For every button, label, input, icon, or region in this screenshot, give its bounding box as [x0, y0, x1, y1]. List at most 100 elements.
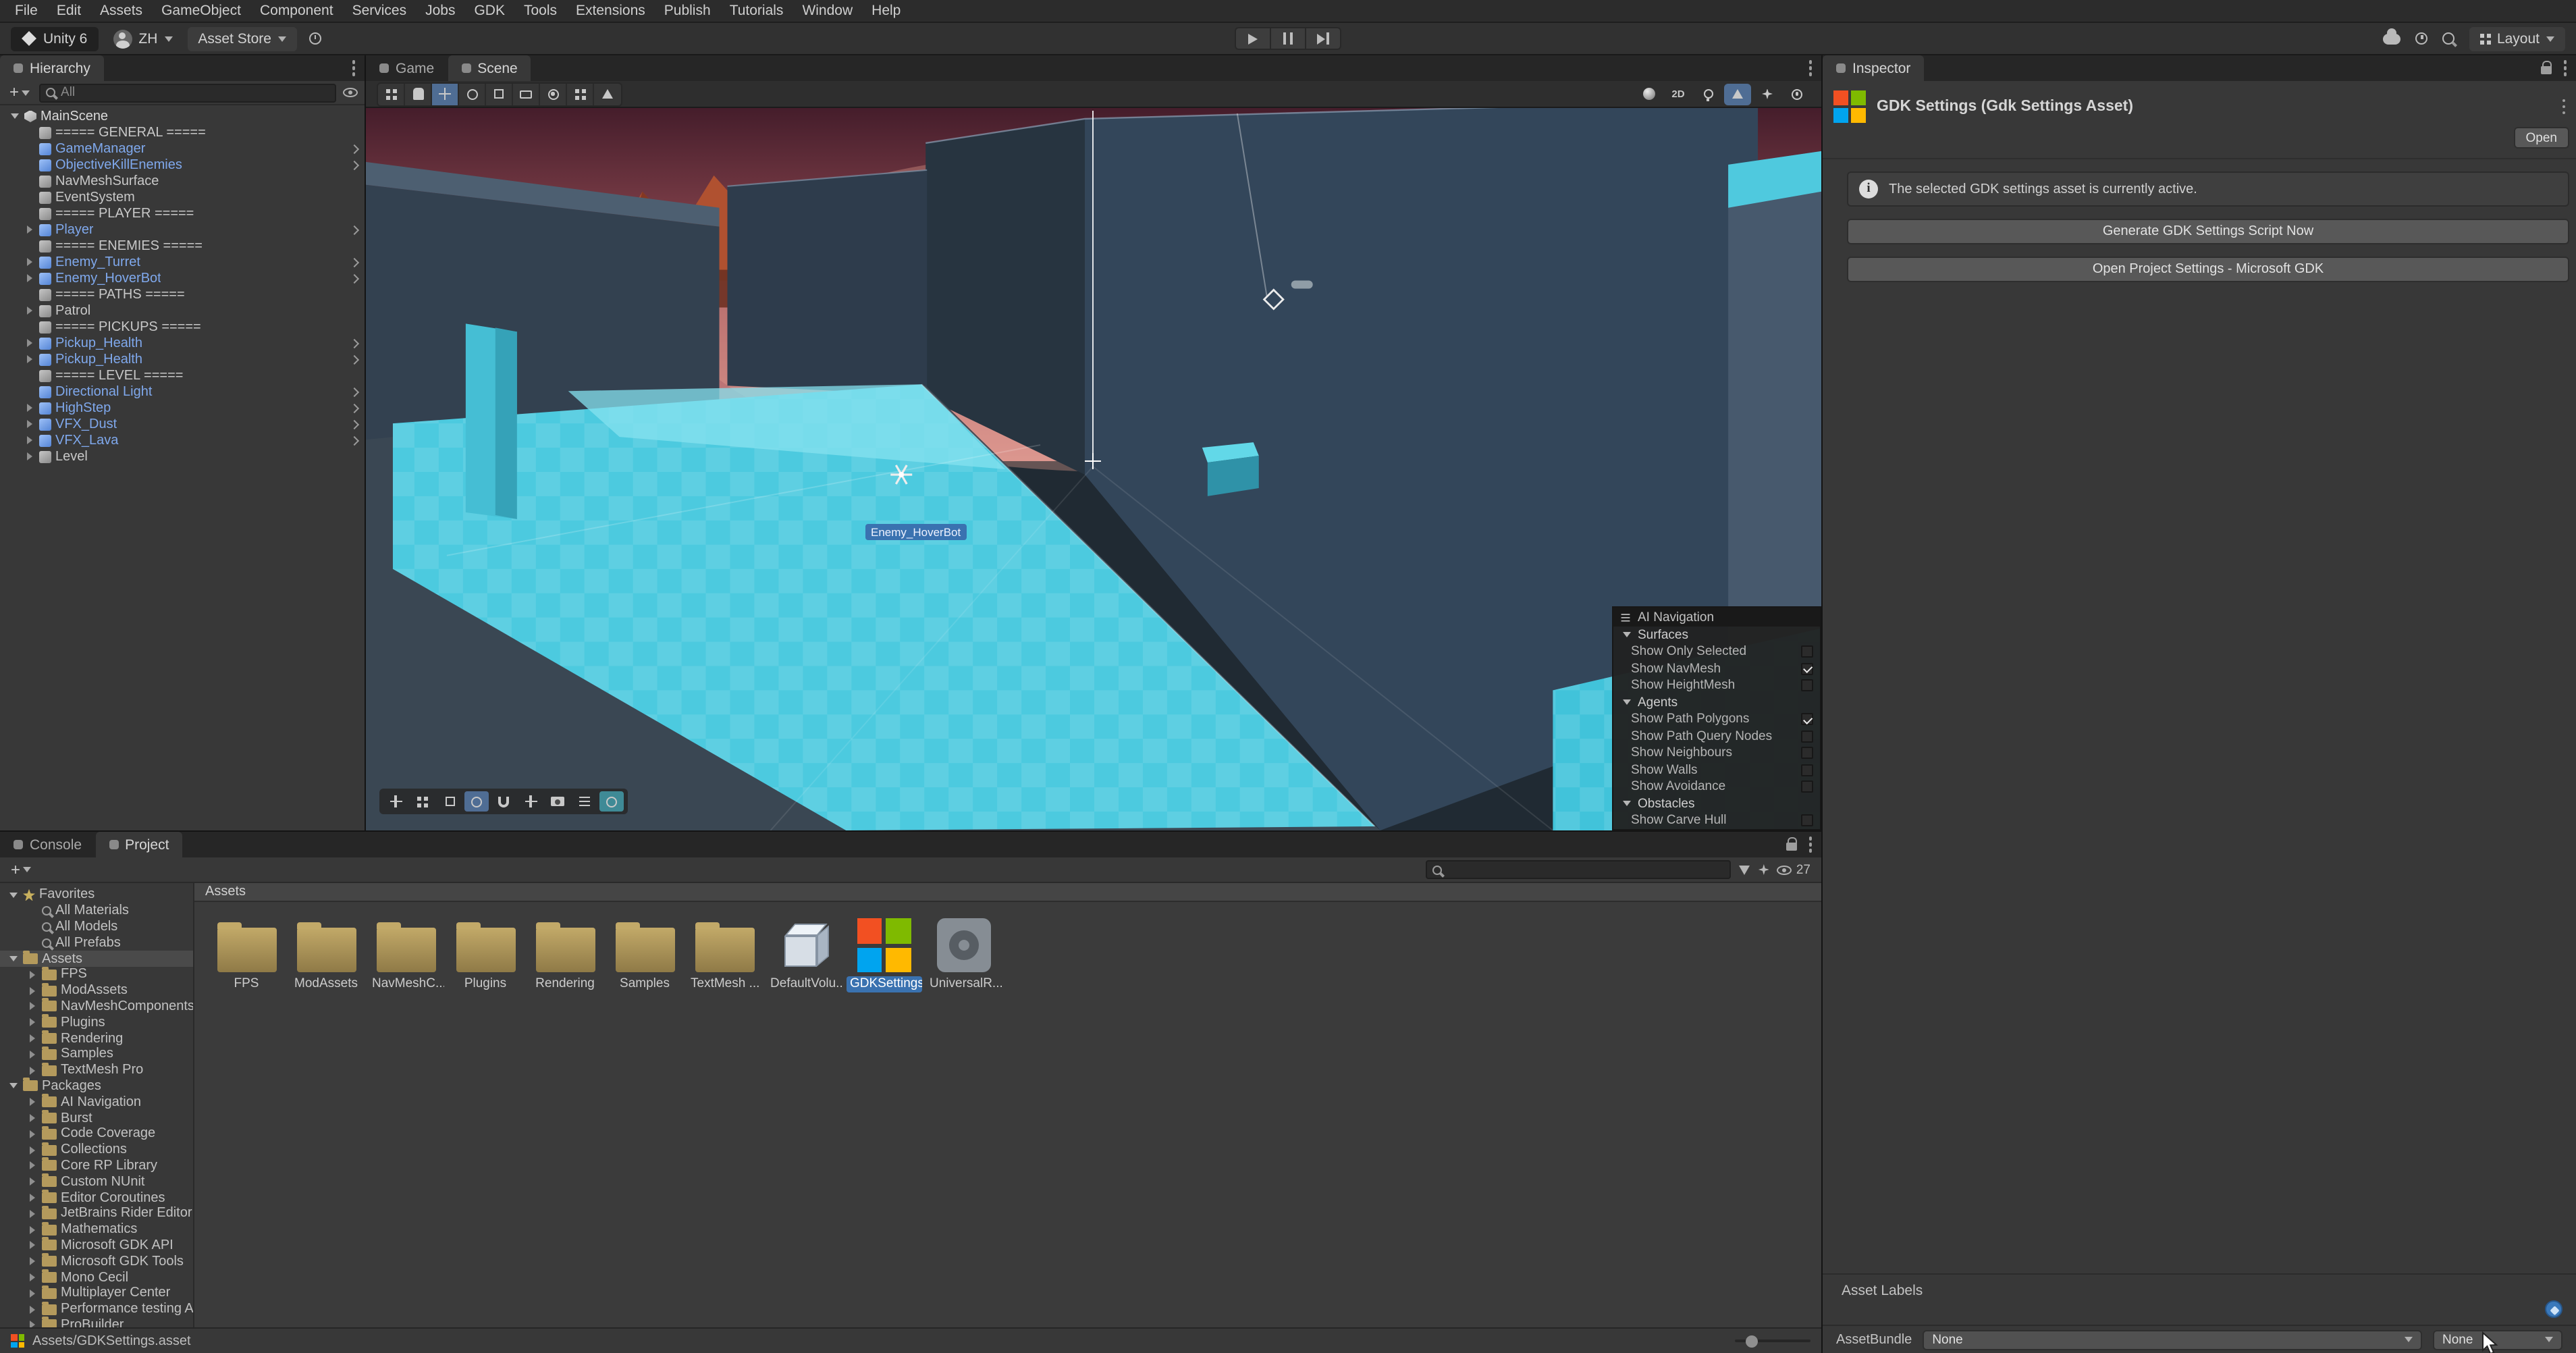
expand-arrow-icon[interactable]: [23, 434, 35, 446]
rotate-tool-button[interactable]: [459, 83, 486, 105]
hierarchy-item-player[interactable]: Player: [0, 221, 365, 238]
prefab-open-chevron-icon[interactable]: [349, 419, 360, 429]
snap-toggle-button[interactable]: [567, 83, 594, 105]
expand-arrow-icon[interactable]: [23, 304, 35, 317]
audio-toggle-button[interactable]: [1724, 83, 1751, 105]
expand-arrow-icon[interactable]: [23, 272, 35, 284]
checkbox-checked-icon[interactable]: [1801, 713, 1813, 726]
hierarchy-item-navmeshsurface[interactable]: NavMeshSurface: [0, 173, 365, 189]
prefab-open-chevron-icon[interactable]: [349, 386, 360, 397]
expand-arrow-icon[interactable]: [26, 1144, 38, 1156]
hierarchy-item-eventsystem[interactable]: EventSystem: [0, 189, 365, 205]
expand-arrow-icon[interactable]: [7, 889, 19, 901]
expand-arrow-icon[interactable]: [26, 1001, 38, 1013]
prefab-open-chevron-icon[interactable]: [349, 338, 360, 348]
saved-search-icon[interactable]: [1758, 864, 1769, 875]
panel-menu-icon[interactable]: [1808, 66, 1812, 70]
move-tool-button[interactable]: [432, 83, 459, 105]
hierarchy-item-pickups[interactable]: ===== PICKUPS =====: [0, 319, 365, 335]
overlay-menu-button[interactable]: [572, 791, 597, 812]
icon-size-slider[interactable]: [1735, 1335, 1810, 1347]
ai-navigation-overlay-titlebar[interactable]: AI Navigation: [1613, 608, 1820, 627]
asset-tile-textmesh[interactable]: TextMesh ...: [686, 913, 763, 992]
tool-settings-button[interactable]: [378, 83, 405, 105]
tree-item-mathematics[interactable]: Mathematics: [0, 1221, 193, 1238]
scene-viewport[interactable]: Enemy_HoverBot AI Navigation Surfaces Sho…: [366, 108, 1821, 830]
inspector-menu-icon[interactable]: [2562, 105, 2565, 109]
expand-arrow-icon[interactable]: [26, 1255, 38, 1267]
menu-item-extensions[interactable]: Extensions: [566, 0, 655, 22]
tree-item-all-prefabs[interactable]: All Prefabs: [0, 935, 193, 951]
expand-arrow-icon[interactable]: [26, 1319, 38, 1327]
checkbox-icon[interactable]: [1801, 780, 1813, 793]
tree-item-samples[interactable]: Samples: [0, 1046, 193, 1063]
menu-item-component[interactable]: Component: [250, 0, 343, 22]
tree-item-multiplayer-center[interactable]: Multiplayer Center: [0, 1285, 193, 1302]
transform-tool-button[interactable]: [540, 83, 567, 105]
tree-item-all-models[interactable]: All Models: [0, 919, 193, 935]
prefab-open-chevron-icon[interactable]: [349, 354, 360, 365]
slider-knob[interactable]: [1746, 1335, 1758, 1347]
checkbox-checked-icon[interactable]: [1801, 662, 1813, 675]
tab-project[interactable]: Project: [95, 832, 183, 857]
search-icon[interactable]: [2442, 32, 2455, 45]
nav-section-surfaces[interactable]: Surfaces: [1613, 627, 1820, 643]
checkbox-icon[interactable]: [1801, 730, 1813, 743]
prefab-open-chevron-icon[interactable]: [349, 402, 360, 413]
asset-tile-fps[interactable]: FPS: [208, 913, 285, 992]
hierarchy-item-enemy-turret[interactable]: Enemy_Turret: [0, 254, 365, 270]
search-by-type-icon[interactable]: [1739, 865, 1750, 874]
hierarchy-item-objectivekillenemies[interactable]: ObjectiveKillEnemies: [0, 157, 365, 173]
tab-console[interactable]: Console: [0, 832, 95, 857]
tree-item-packages[interactable]: Packages: [0, 1078, 193, 1094]
tree-item-code-coverage[interactable]: Code Coverage: [0, 1125, 193, 1142]
expand-arrow-icon[interactable]: [23, 337, 35, 349]
prefab-open-chevron-icon[interactable]: [349, 224, 360, 235]
expand-arrow-icon[interactable]: [26, 1303, 38, 1315]
grid-breadcrumb[interactable]: Assets: [194, 883, 1821, 902]
expand-arrow-icon[interactable]: [26, 1160, 38, 1172]
asset-tile-navmeshc[interactable]: NavMeshC...: [367, 913, 444, 992]
orbit-toggle-button[interactable]: [464, 791, 489, 812]
tree-item-editor-coroutines[interactable]: Editor Coroutines: [0, 1190, 193, 1206]
expand-arrow-icon[interactable]: [7, 1080, 19, 1092]
expand-arrow-icon[interactable]: [26, 1288, 38, 1300]
hierarchy-item-level[interactable]: Level: [0, 448, 365, 465]
hierarchy-item-pickup-health[interactable]: Pickup_Health: [0, 335, 365, 351]
step-button[interactable]: [1305, 27, 1341, 50]
asset-tile-defaultvolu[interactable]: DefaultVolu...: [766, 913, 842, 992]
scale-tool-button[interactable]: [486, 83, 513, 105]
hierarchy-item-player[interactable]: ===== PLAYER =====: [0, 205, 365, 221]
add-label-button[interactable]: [2545, 1300, 2562, 1318]
menu-item-tools[interactable]: Tools: [514, 0, 566, 22]
layout-dropdown[interactable]: Layout: [2469, 26, 2565, 51]
tab-inspector[interactable]: Inspector: [1823, 55, 1925, 81]
expand-arrow-icon[interactable]: [23, 353, 35, 365]
lock-icon[interactable]: [1786, 837, 1797, 851]
play-button[interactable]: [1235, 27, 1271, 50]
axis-gizmo-button[interactable]: [383, 791, 408, 812]
tab-scene[interactable]: Scene: [448, 55, 531, 81]
panel-menu-icon[interactable]: [352, 66, 355, 70]
asset-tile-plugins[interactable]: Plugins: [447, 913, 524, 992]
menu-item-tutorials[interactable]: Tutorials: [720, 0, 793, 22]
menu-item-services[interactable]: Services: [343, 0, 417, 22]
tree-item-fps[interactable]: FPS: [0, 966, 193, 983]
move-snap-button[interactable]: [518, 791, 543, 812]
pause-button[interactable]: [1270, 27, 1306, 50]
tree-item-microsoft-gdk-tools[interactable]: Microsoft GDK Tools: [0, 1253, 193, 1270]
prefab-open-chevron-icon[interactable]: [349, 273, 360, 284]
expand-arrow-icon[interactable]: [26, 984, 38, 997]
prefab-open-chevron-icon[interactable]: [349, 435, 360, 446]
tree-item-rendering[interactable]: Rendering: [0, 1030, 193, 1046]
hierarchy-item-gamemanager[interactable]: GameManager: [0, 140, 365, 157]
checkbox-icon[interactable]: [1801, 814, 1813, 827]
expand-arrow-icon[interactable]: [7, 953, 19, 965]
shaded-mode-button[interactable]: [1635, 83, 1662, 105]
expand-arrow-icon[interactable]: [26, 1064, 38, 1076]
asset-store-button[interactable]: Asset Store: [187, 26, 297, 51]
snap-grid-button[interactable]: [437, 791, 462, 812]
nav-option-show-path-query-nodes[interactable]: Show Path Query Nodes: [1613, 728, 1820, 745]
expand-arrow-icon[interactable]: [26, 1049, 38, 1061]
tree-item-jetbrains-rider-editor[interactable]: JetBrains Rider Editor: [0, 1205, 193, 1222]
